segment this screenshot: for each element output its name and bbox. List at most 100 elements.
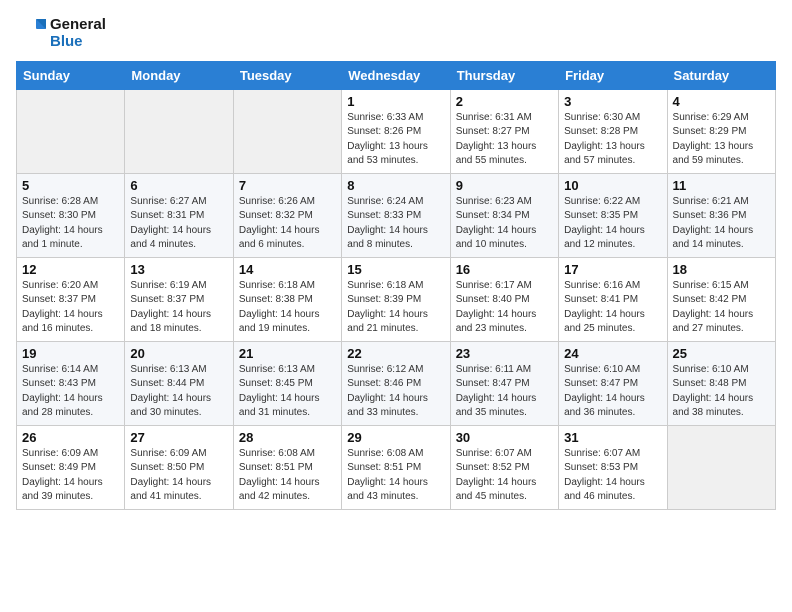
calendar-cell [233,89,341,173]
logo: General Blue [16,16,106,51]
day-info: Sunrise: 6:19 AMSunset: 8:37 PMDaylight:… [130,279,227,337]
day-info: Sunrise: 6:13 AMSunset: 8:44 PMDaylight:… [130,363,227,421]
day-number: 29 [347,430,444,445]
logo-icon [16,17,48,49]
day-info: Sunrise: 6:16 AMSunset: 8:41 PMDaylight:… [564,279,661,337]
logo-general-text: General [50,16,106,33]
calendar-week-row: 19 Sunrise: 6:14 AMSunset: 8:43 PMDayligh… [17,341,776,425]
calendar-cell: 10 Sunrise: 6:22 AMSunset: 8:35 PMDayligh… [559,173,667,257]
calendar-cell: 3 Sunrise: 6:30 AMSunset: 8:28 PMDaylight… [559,89,667,173]
day-number: 25 [673,346,770,361]
day-number: 15 [347,262,444,277]
calendar-week-row: 12 Sunrise: 6:20 AMSunset: 8:37 PMDayligh… [17,257,776,341]
day-info: Sunrise: 6:13 AMSunset: 8:45 PMDaylight:… [239,363,336,421]
calendar-week-row: 26 Sunrise: 6:09 AMSunset: 8:49 PMDayligh… [17,425,776,509]
calendar-cell: 13 Sunrise: 6:19 AMSunset: 8:37 PMDayligh… [125,257,233,341]
day-number: 14 [239,262,336,277]
page-header: General Blue [16,16,776,51]
day-info: Sunrise: 6:10 AMSunset: 8:47 PMDaylight:… [564,363,661,421]
day-number: 2 [456,94,553,109]
calendar-cell: 16 Sunrise: 6:17 AMSunset: 8:40 PMDayligh… [450,257,558,341]
day-info: Sunrise: 6:27 AMSunset: 8:31 PMDaylight:… [130,195,227,253]
logo-blue-text: Blue [50,33,106,50]
calendar-cell: 21 Sunrise: 6:13 AMSunset: 8:45 PMDayligh… [233,341,341,425]
day-number: 22 [347,346,444,361]
day-of-week-header: Friday [559,61,667,89]
calendar-cell: 31Sunrise: 6:07 AMSunset: 8:53 PMDayligh… [559,425,667,509]
day-number: 18 [673,262,770,277]
calendar-cell [17,89,125,173]
calendar-cell: 27Sunrise: 6:09 AMSunset: 8:50 PMDayligh… [125,425,233,509]
day-number: 26 [22,430,119,445]
day-number: 21 [239,346,336,361]
calendar-cell: 23 Sunrise: 6:11 AMSunset: 8:47 PMDayligh… [450,341,558,425]
calendar-cell: 1Sunrise: 6:33 AMSunset: 8:26 PMDaylight… [342,89,450,173]
day-info: Sunrise: 6:08 AMSunset: 8:51 PMDaylight:… [239,447,336,505]
calendar-cell: 4 Sunrise: 6:29 AMSunset: 8:29 PMDaylight… [667,89,775,173]
day-info: Sunrise: 6:11 AMSunset: 8:47 PMDaylight:… [456,363,553,421]
day-number: 16 [456,262,553,277]
day-info: Sunrise: 6:22 AMSunset: 8:35 PMDaylight:… [564,195,661,253]
day-info: Sunrise: 6:33 AMSunset: 8:26 PMDaylight:… [347,111,444,169]
day-info: Sunrise: 6:31 AMSunset: 8:27 PMDaylight:… [456,111,553,169]
day-info: Sunrise: 6:12 AMSunset: 8:46 PMDaylight:… [347,363,444,421]
day-number: 3 [564,94,661,109]
day-number: 12 [22,262,119,277]
day-number: 31 [564,430,661,445]
day-number: 4 [673,94,770,109]
day-number: 23 [456,346,553,361]
day-number: 13 [130,262,227,277]
day-info: Sunrise: 6:28 AMSunset: 8:30 PMDaylight:… [22,195,119,253]
calendar-cell: 5 Sunrise: 6:28 AMSunset: 8:30 PMDaylight… [17,173,125,257]
calendar-week-row: 5 Sunrise: 6:28 AMSunset: 8:30 PMDaylight… [17,173,776,257]
day-number: 5 [22,178,119,193]
day-number: 17 [564,262,661,277]
day-info: Sunrise: 6:17 AMSunset: 8:40 PMDaylight:… [456,279,553,337]
calendar-cell: 17 Sunrise: 6:16 AMSunset: 8:41 PMDayligh… [559,257,667,341]
calendar-cell: 25 Sunrise: 6:10 AMSunset: 8:48 PMDayligh… [667,341,775,425]
day-info: Sunrise: 6:08 AMSunset: 8:51 PMDaylight:… [347,447,444,505]
day-number: 19 [22,346,119,361]
day-info: Sunrise: 6:10 AMSunset: 8:48 PMDaylight:… [673,363,770,421]
day-info: Sunrise: 6:14 AMSunset: 8:43 PMDaylight:… [22,363,119,421]
day-info: Sunrise: 6:18 AMSunset: 8:39 PMDaylight:… [347,279,444,337]
day-of-week-header: Sunday [17,61,125,89]
day-info: Sunrise: 6:23 AMSunset: 8:34 PMDaylight:… [456,195,553,253]
calendar-cell: 7 Sunrise: 6:26 AMSunset: 8:32 PMDaylight… [233,173,341,257]
day-number: 28 [239,430,336,445]
calendar-cell: 15 Sunrise: 6:18 AMSunset: 8:39 PMDayligh… [342,257,450,341]
day-number: 30 [456,430,553,445]
calendar-cell: 28 Sunrise: 6:08 AMSunset: 8:51 PMDayligh… [233,425,341,509]
day-number: 7 [239,178,336,193]
day-number: 20 [130,346,227,361]
day-info: Sunrise: 6:09 AMSunset: 8:49 PMDaylight:… [22,447,119,505]
calendar-week-row: 1Sunrise: 6:33 AMSunset: 8:26 PMDaylight… [17,89,776,173]
calendar-header-row: SundayMondayTuesdayWednesdayThursdayFrid… [17,61,776,89]
day-of-week-header: Tuesday [233,61,341,89]
calendar-cell: 30Sunrise: 6:07 AMSunset: 8:52 PMDayligh… [450,425,558,509]
day-number: 24 [564,346,661,361]
calendar-cell: 22 Sunrise: 6:12 AMSunset: 8:46 PMDayligh… [342,341,450,425]
calendar-cell: 9 Sunrise: 6:23 AMSunset: 8:34 PMDaylight… [450,173,558,257]
calendar-table: SundayMondayTuesdayWednesdayThursdayFrid… [16,61,776,510]
day-of-week-header: Monday [125,61,233,89]
day-info: Sunrise: 6:30 AMSunset: 8:28 PMDaylight:… [564,111,661,169]
day-info: Sunrise: 6:26 AMSunset: 8:32 PMDaylight:… [239,195,336,253]
calendar-cell [667,425,775,509]
day-info: Sunrise: 6:20 AMSunset: 8:37 PMDaylight:… [22,279,119,337]
day-info: Sunrise: 6:09 AMSunset: 8:50 PMDaylight:… [130,447,227,505]
day-info: Sunrise: 6:29 AMSunset: 8:29 PMDaylight:… [673,111,770,169]
calendar-cell: 29 Sunrise: 6:08 AMSunset: 8:51 PMDayligh… [342,425,450,509]
day-number: 6 [130,178,227,193]
day-of-week-header: Saturday [667,61,775,89]
calendar-cell: 18Sunrise: 6:15 AMSunset: 8:42 PMDayligh… [667,257,775,341]
calendar-cell: 12 Sunrise: 6:20 AMSunset: 8:37 PMDayligh… [17,257,125,341]
day-number: 11 [673,178,770,193]
day-info: Sunrise: 6:18 AMSunset: 8:38 PMDaylight:… [239,279,336,337]
calendar-cell: 6 Sunrise: 6:27 AMSunset: 8:31 PMDaylight… [125,173,233,257]
day-of-week-header: Thursday [450,61,558,89]
day-number: 9 [456,178,553,193]
calendar-cell: 19 Sunrise: 6:14 AMSunset: 8:43 PMDayligh… [17,341,125,425]
calendar-cell: 14 Sunrise: 6:18 AMSunset: 8:38 PMDayligh… [233,257,341,341]
day-number: 10 [564,178,661,193]
